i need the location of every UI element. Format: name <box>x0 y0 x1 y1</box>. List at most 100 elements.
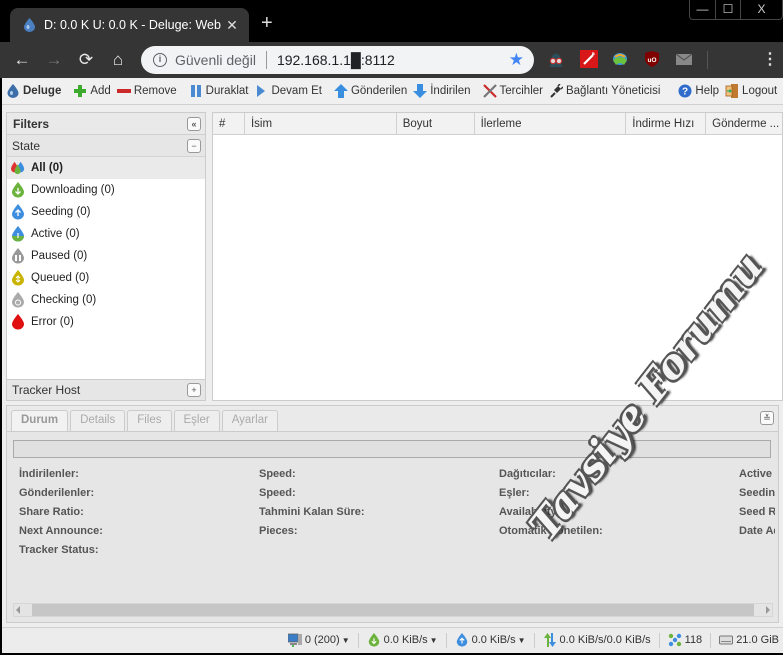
ublock-extension-icon[interactable]: uO <box>643 50 661 68</box>
arrow-up-icon <box>333 84 348 98</box>
tab-close-icon[interactable]: ✕ <box>221 17 243 34</box>
info-icon[interactable]: i <box>153 53 167 67</box>
forward-button[interactable]: → <box>38 50 70 70</box>
help-icon: ? <box>678 84 692 98</box>
browser-titlebar: D: 0.0 K U: 0.0 K - Deluge: Web U ✕ + — … <box>0 0 783 42</box>
column-number[interactable]: # <box>213 113 245 134</box>
torrent-grid: # İsim Boyut İlerleme İndirme Hızı Gönde… <box>212 112 783 401</box>
idm-extension-icon[interactable] <box>611 50 629 68</box>
state-filter-checking[interactable]: Checking (0) <box>7 289 205 311</box>
help-button[interactable]: ? Help <box>678 84 719 98</box>
traffic-status: 0.0 KiB/s/0.0 KiB/s <box>543 633 651 647</box>
new-tab-button[interactable]: + <box>261 12 273 35</box>
tracker-host-toggle-button[interactable]: + <box>187 383 201 397</box>
minimize-button[interactable]: — <box>690 0 715 19</box>
resume-button[interactable]: Devam Et <box>254 84 322 98</box>
maximize-button[interactable]: ☐ <box>715 0 740 19</box>
deluge-brand: Deluge <box>6 84 61 98</box>
dht-value: 118 <box>684 634 703 646</box>
state-toggle-button[interactable]: − <box>187 139 201 153</box>
url-text[interactable]: 192.168.1.1█:8112 <box>277 52 395 68</box>
state-filter-label: Paused (0) <box>31 250 88 262</box>
tab-peers[interactable]: Eşler <box>173 410 220 431</box>
dropdown-arrow-icon: ▼ <box>517 635 526 645</box>
state-filter-error[interactable]: Error (0) <box>7 311 205 333</box>
upload-speed-value: 0.0 KiB/s <box>471 634 516 646</box>
details-horizontal-scrollbar[interactable] <box>13 603 773 617</box>
state-filter-queued[interactable]: Queued (0) <box>7 267 205 289</box>
state-filter-downloading[interactable]: Downloading (0) <box>7 179 205 201</box>
field-peers: Eşler: <box>499 487 530 499</box>
state-filter-seeding[interactable]: Seeding (0) <box>7 201 205 223</box>
upload-speed-status[interactable]: 0.0 KiB/s ▼ <box>455 633 526 647</box>
pause-label: Duraklat <box>205 85 249 97</box>
omnibox-divider <box>265 51 267 69</box>
back-button[interactable]: ← <box>6 50 38 70</box>
browser-tab[interactable]: D: 0.0 K U: 0.0 K - Deluge: Web U ✕ <box>10 8 249 42</box>
collapse-filters-button[interactable]: « <box>187 117 201 131</box>
state-filter-active[interactable]: Active (0) <box>7 223 205 245</box>
collapse-details-button[interactable]: ≚ <box>760 411 774 425</box>
scroll-left-arrow-icon[interactable] <box>16 606 20 614</box>
move-down-button[interactable]: İndirilen <box>413 84 471 98</box>
free-space-status: 21.0 GiB <box>719 633 779 647</box>
column-download-speed[interactable]: İndirme Hızı <box>626 113 707 134</box>
download-drop-icon <box>368 633 379 647</box>
column-progress[interactable]: İlerleme <box>475 113 627 134</box>
tab-details[interactable]: Details <box>70 410 126 431</box>
pause-button[interactable]: Duraklat <box>189 84 249 98</box>
state-list: All (0) Downloading (0) Seeding (0) Active … <box>7 157 205 333</box>
tab-durum[interactable]: Durum <box>11 410 69 431</box>
wand-extension-icon[interactable] <box>580 50 598 68</box>
connection-manager-button[interactable]: Bağlantı Yöneticisi <box>549 84 660 98</box>
paused-state-icon <box>12 248 24 264</box>
status-divider <box>533 632 535 648</box>
field-next-announce: Next Announce: <box>19 525 103 537</box>
state-filter-all[interactable]: All (0) <box>7 157 205 179</box>
tab-options[interactable]: Ayarlar <box>221 410 278 431</box>
add-button[interactable]: Add <box>73 84 111 98</box>
connections-status[interactable]: 0 (200) ▼ <box>287 633 350 647</box>
spy-extension-icon[interactable] <box>547 50 565 68</box>
column-size[interactable]: Boyut <box>397 113 475 134</box>
active-state-icon <box>12 226 24 242</box>
tab-files[interactable]: Files <box>127 410 172 431</box>
state-filter-label: Error (0) <box>31 316 74 328</box>
logout-button[interactable]: Logout <box>725 84 777 98</box>
field-tracker-status: Tracker Status: <box>19 544 99 556</box>
state-filter-label: All (0) <box>31 162 63 174</box>
move-down-label: İndirilen <box>430 85 471 97</box>
window-close-button[interactable]: X <box>740 0 782 19</box>
state-filter-paused[interactable]: Paused (0) <box>7 245 205 267</box>
state-header[interactable]: State − <box>7 135 205 157</box>
download-speed-status[interactable]: 0.0 KiB/s ▼ <box>367 633 438 647</box>
deluge-logo-icon <box>7 84 19 98</box>
preferences-button[interactable]: Tercihler <box>482 84 543 98</box>
scroll-right-arrow-icon[interactable] <box>766 606 770 614</box>
column-upload-speed[interactable]: Gönderme ... <box>706 113 782 134</box>
bookmark-star-icon[interactable]: ★ <box>509 50 524 70</box>
mail-extension-icon[interactable] <box>675 50 693 68</box>
extensions-divider <box>707 51 708 69</box>
tools-icon <box>482 84 497 98</box>
svg-text:uO: uO <box>647 57 656 64</box>
preferences-label: Tercihler <box>499 85 543 97</box>
reload-button[interactable]: ⟳ <box>70 50 102 70</box>
dht-status: 118 <box>668 633 703 647</box>
remove-label: Remove <box>133 85 177 97</box>
field-share-ratio: Share Ratio: <box>19 506 84 518</box>
field-active-time: Active T <box>739 468 775 480</box>
column-name[interactable]: İsim <box>245 113 397 134</box>
field-seeders: Dağıtıcılar: <box>499 468 556 480</box>
tracker-host-header[interactable]: Tracker Host + <box>6 379 206 401</box>
home-button[interactable]: ⌂ <box>102 50 134 70</box>
address-bar[interactable]: i Güvenli değil 192.168.1.1█:8112 ★ <box>141 46 534 74</box>
move-up-button[interactable]: Gönderilen <box>333 84 407 98</box>
browser-menu-icon[interactable]: ⋮ <box>762 49 778 69</box>
all-states-icon <box>11 161 25 175</box>
field-downloaded: İndirilenler: <box>19 468 79 480</box>
field-download-speed: Speed: <box>259 468 296 480</box>
free-space-value: 21.0 GiB <box>736 634 779 646</box>
remove-button[interactable]: Remove <box>116 84 177 98</box>
status-divider <box>710 632 712 648</box>
